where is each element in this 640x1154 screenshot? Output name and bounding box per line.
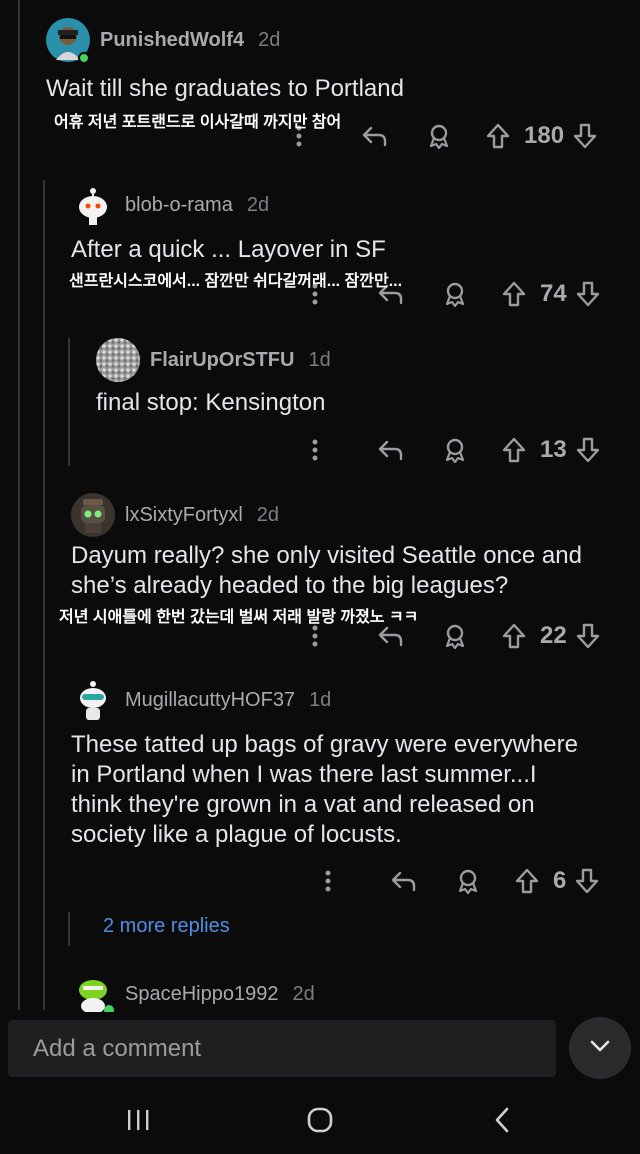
comment-mugillacuttyhof37: MugillacuttyHOF37 1d These tatted up bag… <box>71 678 631 850</box>
comment-age: 2d <box>256 503 280 526</box>
translation-caption: 샌프란시스코에서... 잠깐만 쉬다갈꺼래... 잠깐만... <box>69 273 403 290</box>
system-nav-bar <box>0 1090 640 1154</box>
comment-lxsixtyfortyxl: lxSixtyFortyxl 2d Dayum really? she only… <box>59 493 631 627</box>
more-replies-link[interactable]: 2 more replies <box>103 915 230 938</box>
comment-body: These tatted up bags of gravy were every… <box>71 730 631 850</box>
chevron-down-icon <box>589 1039 611 1058</box>
upvote-icon[interactable] <box>507 868 547 894</box>
collapse-button[interactable] <box>569 1017 631 1079</box>
avatar[interactable] <box>71 972 115 1012</box>
avatar[interactable] <box>46 18 90 62</box>
comment-body: After a quick ... Layover in SF <box>71 236 386 263</box>
more-options-icon[interactable] <box>300 438 330 462</box>
avatar[interactable] <box>71 493 115 537</box>
vote-count: 6 <box>553 867 567 894</box>
comment-composer <box>8 1020 556 1077</box>
username[interactable]: blob-o-rama <box>125 194 233 217</box>
thread-line-level-1 <box>43 180 45 1010</box>
back-button[interactable] <box>472 1104 532 1140</box>
comment-flairuporstfu: FlairUpOrSTFU 1d final stop: Kensington <box>96 338 626 418</box>
avatar[interactable] <box>96 338 140 382</box>
thread-line-level-2b <box>68 912 70 946</box>
username[interactable]: MugillacuttyHOF37 <box>125 689 295 712</box>
comment-body-line: in Portland when I was there last summer… <box>71 761 537 788</box>
reply-icon[interactable] <box>373 870 433 892</box>
username[interactable]: SpaceHippo1992 <box>125 983 278 1006</box>
avatar[interactable] <box>71 678 115 722</box>
vote-count: 13 <box>540 436 567 463</box>
back-icon <box>494 1106 510 1139</box>
comment-actions: 13 <box>300 436 603 464</box>
comment-punishedwolf4: PunishedWolf4 2d Wait till she graduates… <box>46 18 626 132</box>
comment-blob-o-rama: blob-o-rama 2d After a quick ... Layover… <box>69 183 631 291</box>
more-options-icon[interactable] <box>300 624 330 648</box>
award-icon[interactable] <box>443 868 493 894</box>
recent-apps-icon <box>125 1108 151 1137</box>
upvote-icon[interactable] <box>494 437 534 463</box>
reply-icon[interactable] <box>360 625 420 647</box>
translation-caption: 어휴 저년 포트랜드로 이사갈때 까지만 참어 <box>54 114 342 131</box>
add-comment-input[interactable] <box>33 1034 533 1063</box>
comment-age: 1d <box>308 348 331 371</box>
award-icon[interactable] <box>430 437 480 463</box>
avatar[interactable] <box>71 183 115 227</box>
comment-body: final stop: Kensington <box>96 389 326 416</box>
username[interactable]: FlairUpOrSTFU <box>150 349 294 372</box>
translation-caption: 저년 시애틀에 한번 갔는데 벌써 저래 발랑 까졌노 ㅋㅋ <box>59 609 419 626</box>
comment-body-line: society like a plague of locusts. <box>71 821 402 848</box>
comment-body: Wait till she graduates to Portland <box>46 75 404 102</box>
recent-apps-button[interactable] <box>108 1104 168 1140</box>
thread-line-level-2 <box>68 338 70 466</box>
thread-line-level-0 <box>18 0 20 1010</box>
username[interactable]: lxSixtyFortyxl <box>125 504 243 527</box>
comment-body-line: think they're grown in a vat and release… <box>71 791 535 818</box>
comment-body-line: Dayum really? she only visited Seattle o… <box>71 542 582 569</box>
comment-body: Dayum really? she only visited Seattle o… <box>71 541 631 601</box>
comment-spacehippo1992: SpaceHippo1992 2d <box>71 972 631 1012</box>
comment-age: 2d <box>292 982 315 1005</box>
comment-body-line: she’s already headed to the big leagues? <box>71 572 509 599</box>
more-options-icon[interactable] <box>313 869 343 893</box>
downvote-icon[interactable] <box>573 437 603 463</box>
comment-actions: 6 <box>313 867 602 895</box>
reply-icon[interactable] <box>360 439 420 461</box>
downvote-icon[interactable] <box>572 868 602 894</box>
home-icon <box>306 1106 334 1139</box>
home-button[interactable] <box>290 1104 350 1140</box>
comment-age: 1d <box>309 688 332 711</box>
comment-body-line: These tatted up bags of gravy were every… <box>71 731 578 758</box>
username[interactable]: PunishedWolf4 <box>100 29 244 52</box>
comment-age: 2d <box>258 28 281 51</box>
comment-age: 2d <box>246 193 270 216</box>
